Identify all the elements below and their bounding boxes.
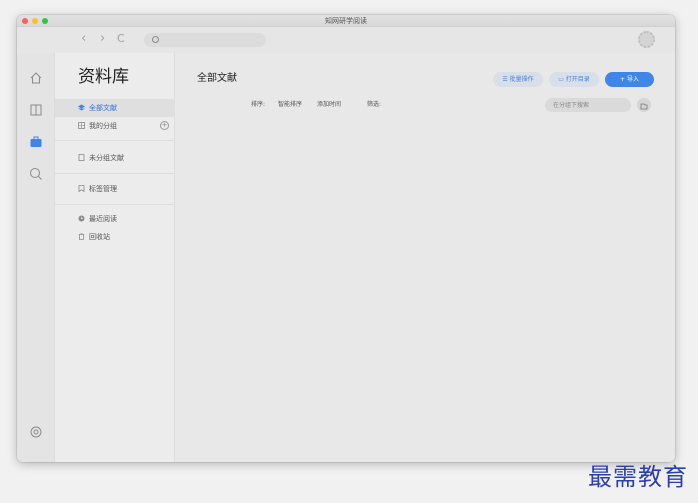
sidebar-item-label: 我的分组	[89, 122, 117, 130]
sidebar-item-label: 全部文献	[89, 104, 117, 112]
group-search-input[interactable]	[545, 98, 631, 112]
page-title: 全部文献	[197, 73, 237, 84]
batch-operation-button[interactable]: ☰ 批量操作	[493, 72, 543, 87]
list-icon: ☰	[502, 76, 510, 83]
import-button[interactable]: + 导入	[605, 72, 654, 87]
open-folder-button[interactable]: ▭ 打开目录	[549, 72, 599, 87]
sort-time-dropdown[interactable]: 添加时间	[317, 98, 341, 112]
icon-rail	[17, 53, 55, 462]
plus-icon: +	[620, 76, 627, 83]
briefcase-icon[interactable]	[29, 135, 43, 149]
sidebar-item-trash[interactable]: 回收站	[55, 228, 175, 246]
back-button[interactable]: ‹	[81, 31, 86, 47]
sidebar-item-ungrouped[interactable]: 未分组文献	[55, 149, 175, 167]
folder-icon: ▭	[558, 76, 566, 83]
reload-button[interactable]: C	[117, 31, 125, 47]
sort-label: 排序:	[251, 101, 266, 108]
filter-dropdown[interactable]: 筛选:	[367, 98, 381, 112]
toolbar: ‹ › C	[17, 27, 675, 53]
folder-icon	[640, 103, 648, 110]
sidebar-divider	[55, 204, 175, 205]
library-sidebar: 资料库 全部文献 我的分组 + 未分组文献 标签管理 最近阅读 回收站	[55, 53, 175, 462]
global-search-input[interactable]	[144, 33, 266, 47]
home-icon[interactable]	[29, 71, 43, 85]
trash-icon	[78, 233, 85, 240]
app-window: 知网研学阅读 ‹ › C 资料库 全部文献 我的分组 + 未分组文献 标签管理 …	[17, 15, 675, 462]
settings-icon[interactable]	[29, 425, 43, 439]
sidebar-item-label: 标签管理	[89, 185, 117, 193]
window-title: 知网研学阅读	[325, 17, 367, 25]
main-panel: 全部文献 ☰ 批量操作 ▭ 打开目录 + 导入 排序: 智能排序 添加时间 筛选…	[175, 53, 675, 462]
filter-settings-button[interactable]	[637, 98, 651, 112]
sidebar-divider	[55, 140, 175, 141]
book-icon[interactable]	[29, 103, 43, 117]
bookmark-icon	[78, 185, 85, 192]
library-title: 资料库	[78, 67, 129, 87]
sidebar-item-recent[interactable]: 最近阅读	[55, 210, 175, 228]
sidebar-item-label: 最近阅读	[89, 215, 117, 223]
sidebar-item-all-docs[interactable]: 全部文献	[55, 99, 175, 117]
sidebar-item-my-groups[interactable]: 我的分组 +	[55, 117, 175, 135]
forward-button[interactable]: ›	[100, 31, 105, 47]
sidebar-item-label: 回收站	[89, 233, 110, 241]
grid-icon	[78, 122, 85, 129]
sidebar-divider	[55, 173, 175, 174]
sidebar-item-label: 未分组文献	[89, 154, 124, 162]
search-icon	[152, 36, 159, 43]
clock-icon	[78, 215, 85, 222]
search-icon[interactable]	[29, 167, 43, 181]
add-group-button[interactable]: +	[160, 121, 169, 130]
watermark-logo: 最需教育	[588, 463, 688, 491]
title-bar: 知网研学阅读	[17, 15, 675, 27]
filter-row: 排序: 智能排序 添加时间 筛选:	[175, 98, 675, 112]
stack-icon	[78, 104, 85, 111]
sidebar-item-tags[interactable]: 标签管理	[55, 180, 175, 198]
sort-smart-dropdown[interactable]: 智能排序	[278, 98, 302, 112]
user-avatar[interactable]	[638, 31, 655, 48]
file-icon	[78, 154, 85, 161]
